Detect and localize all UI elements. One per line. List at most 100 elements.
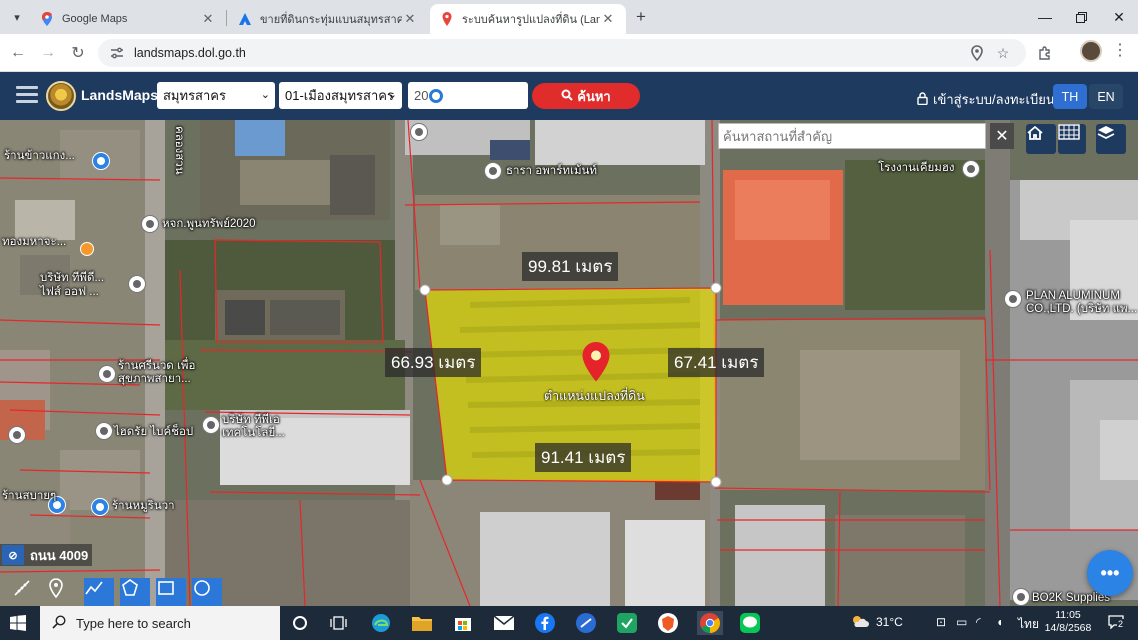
lang-en-button[interactable]: EN [1089,84,1123,109]
mail-icon[interactable] [492,611,516,635]
forward-icon[interactable]: → [36,41,60,65]
province-select[interactable]: สมุทรสาคร ⌄ [157,82,275,109]
landmark-search-input[interactable]: ค้นหาสถานที่สำคัญ [718,123,986,149]
bookmark-star-icon[interactable]: ☆ [994,44,1012,62]
poi-pin-icon[interactable] [95,422,113,440]
location-icon[interactable] [968,44,986,62]
poi-label: ธารา อพาร์ทเม้นท์ [506,165,597,177]
close-tab-icon[interactable]: ✕ [402,11,418,27]
system-clock[interactable]: 11:05 14/8/2568 [1040,609,1096,635]
close-tab-icon[interactable]: ✕ [600,11,616,27]
wifi-icon[interactable]: ◜ [976,615,981,629]
dimension-top-label: 99.81 เมตร [522,252,619,281]
lang-th-button[interactable]: TH [1053,84,1087,109]
clock-date: 14/8/2568 [1044,622,1092,634]
weather-icon[interactable] [850,613,870,634]
draw-point-icon[interactable] [48,578,78,606]
volume-icon[interactable]: ◖ [996,615,1003,629]
layers-icon[interactable] [1096,124,1126,154]
login-link[interactable]: เข้าสู่ระบบ/ลงทะเบียน [917,89,1055,110]
grid-icon[interactable] [1058,124,1086,154]
tab-search-menu-icon[interactable]: ▾ [6,6,28,28]
windows-start-icon[interactable] [10,615,26,631]
clear-search-icon[interactable]: ✕ [990,123,1014,149]
extensions-icon[interactable] [1036,44,1054,62]
close-window-icon[interactable]: ✕ [1096,0,1138,34]
poi-pin-icon[interactable] [91,498,109,516]
canal-label: คลองสวน [173,126,185,175]
poi-pin-icon[interactable] [484,162,502,180]
poi-pin-icon[interactable] [8,426,26,444]
more-options-button[interactable]: ••• [1087,550,1133,596]
poi-pin-icon[interactable] [92,152,110,170]
battery-icon[interactable]: ▭ [956,615,967,629]
chrome-icon[interactable] [697,611,723,635]
browser-toolbar: ← → ↻ landsmaps.dol.go.th ☆ ⋮ [0,34,1138,72]
search-button[interactable]: ค้นหา [532,83,640,109]
poi-pin-icon[interactable] [98,365,116,383]
poi-pin-icon[interactable] [202,416,220,434]
draw-circle-icon[interactable] [192,578,222,606]
parcel-number-input[interactable]: 20 [408,82,528,109]
app-icon-blue[interactable] [574,611,598,635]
login-label: เข้าสู่ระบบ/ลงทะเบียน [933,92,1055,107]
line-icon[interactable] [738,611,762,635]
more-menu-icon[interactable]: ⋮ [1110,40,1130,64]
map-canvas[interactable]: ร้านข้าวแกง... ธารา อพาร์ทเม้นท์ โรงงานเ… [0,120,1138,606]
poi-label: ไฟส์ ออฟ ... [40,286,99,298]
notification-icon[interactable]: 2 [1108,615,1128,631]
search-button-label: ค้นหา [577,88,611,104]
district-select[interactable]: 01-เมืองสมุทรสาคร ⌄ [279,82,402,109]
draw-polygon-icon[interactable] [120,578,150,606]
brave-icon[interactable] [656,611,680,635]
site-info-icon[interactable] [108,44,126,62]
poi-label: BO2K Supplies [1032,592,1110,604]
dimension-left-label: 66.93 เมตร [385,348,482,377]
file-explorer-icon[interactable] [410,611,434,635]
poi-pin-icon[interactable] [1004,290,1022,308]
network-tray-icon[interactable]: ⊡ [936,615,946,629]
poi-label: บริษัท ทีพีดี... [40,272,105,284]
hamburger-menu-icon[interactable] [16,86,38,104]
poi-label: ทองมหาจะ... [2,236,67,248]
close-tab-icon[interactable]: ✕ [200,11,216,27]
food-poi-icon[interactable] [80,242,94,256]
poi-label: ร้านศรีนวด เพื่อสุขภาพสายา... [118,360,196,385]
facebook-icon[interactable] [533,611,557,635]
address-bar[interactable]: landsmaps.dol.go.th [98,39,1026,67]
poi-pin-icon[interactable] [128,275,146,293]
lock-icon [917,91,928,108]
road-name: ถนน 4009 [30,547,89,563]
back-icon[interactable]: ← [6,41,30,65]
landsmaps-pin-icon [442,12,452,26]
notification-count: 2 [1117,619,1125,629]
home-icon[interactable] [1026,124,1056,154]
app-header: LandsMaps สมุทรสาคร ⌄ 01-เมืองสมุทรสาคร … [0,72,1138,120]
measure-distance-icon[interactable] [12,578,42,606]
draw-rectangle-icon[interactable] [156,578,186,606]
chevron-down-icon: ⌄ [260,89,270,101]
taskbar-search-input[interactable]: Type here to search [40,606,280,640]
poi-pin-icon[interactable] [1012,588,1030,606]
store-icon[interactable] [451,611,475,635]
tab-landsmaps[interactable]: ระบบค้นหารูปแปลงที่ดิน (LandsMaps) ✕ [430,4,626,34]
edge-icon[interactable] [369,611,393,635]
poi-pin-icon[interactable] [141,215,159,233]
tab-title: ขายที่ดินกระทุ่มแบนสมุทรสาคร เลียบ... [260,14,402,26]
cortana-icon[interactable] [288,611,312,635]
poi-pin-icon[interactable] [410,123,428,141]
reload-icon[interactable]: ↻ [66,41,90,65]
app-icon-green[interactable] [615,611,639,635]
tab-title: ระบบค้นหารูปแปลงที่ดิน (LandsMaps) [462,14,600,26]
tab-google-maps[interactable]: Google Maps ✕ [30,4,226,34]
road-label: ⊘ ถนน 4009 [0,544,93,566]
measure-tool-icon[interactable]: ⊘ [2,545,24,565]
poi-pin-icon[interactable] [962,160,980,178]
new-tab-icon[interactable]: + [630,6,652,28]
tab-land-listing[interactable]: ขายที่ดินกระทุ่มแบนสมุทรสาคร เลียบ... ✕ [228,4,428,34]
profile-avatar[interactable] [1080,40,1102,62]
draw-line-icon[interactable] [84,578,114,606]
task-view-icon[interactable] [327,611,351,635]
poi-label: ไฮดรัย ไบค์ช็อป [114,426,194,438]
input-language[interactable]: ไทย [1018,615,1039,634]
